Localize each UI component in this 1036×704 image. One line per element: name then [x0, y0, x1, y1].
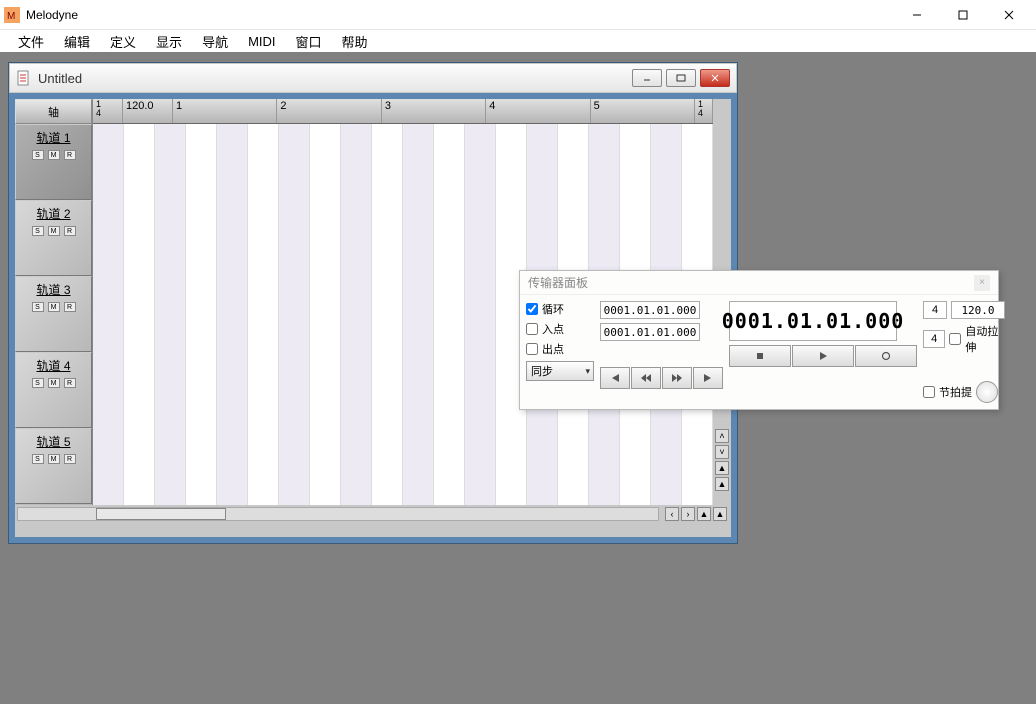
ruler-bar-1[interactable]: 1 [173, 99, 277, 123]
track-list: 轴 轨道 1 S M R 轨道 2 S M R 轨道 3 S M R 轨道 4 … [15, 99, 93, 505]
solo-button[interactable]: S [32, 454, 44, 464]
ruler-bar-4[interactable]: 4 [486, 99, 590, 123]
transport-title-text: 传输器面板 [528, 274, 588, 291]
menu-file[interactable]: 文件 [8, 30, 54, 53]
menu-help[interactable]: 帮助 [332, 30, 378, 53]
mdi-workspace: Untitled 轴 轨道 1 S M R 轨道 2 S M R 轨道 3 S [0, 52, 1036, 704]
maximize-button[interactable] [940, 1, 986, 29]
doc-icon [16, 70, 32, 86]
ruler-bar-3[interactable]: 3 [382, 99, 486, 123]
loop-checkbox[interactable]: 循环 [526, 301, 594, 317]
menu-midi[interactable]: MIDI [238, 32, 285, 51]
vscroll-down-icon[interactable]: ˅ [715, 445, 729, 459]
timesig-numerator[interactable]: 4 [923, 301, 947, 319]
record-arm-button[interactable]: R [64, 302, 76, 312]
doc-titlebar[interactable]: Untitled [9, 63, 737, 93]
hscroll-right-icon[interactable]: › [681, 507, 695, 521]
menu-define[interactable]: 定义 [100, 30, 146, 53]
mute-button[interactable]: M [48, 226, 60, 236]
hzoom-in-icon[interactable]: ▲ [713, 507, 727, 521]
record-arm-button[interactable]: R [64, 378, 76, 388]
minimize-button[interactable] [894, 1, 940, 29]
horizontal-scrollbar[interactable] [17, 507, 659, 521]
app-titlebar: M Melodyne [0, 0, 1036, 30]
tempo-field[interactable]: 120.0 [951, 301, 1005, 319]
goto-end-button[interactable] [693, 367, 723, 389]
hscroll-thumb[interactable] [96, 508, 226, 520]
track-item[interactable]: 轨道 5 S M R [15, 428, 92, 504]
fastforward-button[interactable] [662, 367, 692, 389]
record-arm-button[interactable]: R [64, 226, 76, 236]
ruler-bar-2[interactable]: 2 [277, 99, 381, 123]
record-button[interactable] [855, 345, 917, 367]
transport-panel[interactable]: 传输器面板 × 循环 入点 出点 同步 0001.01.01.000 0001.… [519, 270, 999, 410]
doc-title: Untitled [38, 71, 628, 86]
ruler-end-timesig[interactable]: 14 [695, 99, 713, 123]
track-name: 轨道 4 [16, 353, 91, 374]
mute-button[interactable]: M [48, 150, 60, 160]
app-title: Melodyne [26, 8, 894, 22]
track-name: 轨道 2 [16, 201, 91, 222]
menu-view[interactable]: 显示 [146, 30, 192, 53]
goto-start-button[interactable] [600, 367, 630, 389]
track-item[interactable]: 轨道 4 S M R [15, 352, 92, 428]
doc-maximize-button[interactable] [666, 69, 696, 87]
hzoom-out-icon[interactable]: ▲ [697, 507, 711, 521]
record-arm-button[interactable]: R [64, 150, 76, 160]
mute-button[interactable]: M [48, 302, 60, 312]
close-button[interactable] [986, 1, 1032, 29]
track-list-header[interactable]: 轴 [15, 99, 92, 124]
inpoint-field[interactable]: 0001.01.01.000 [600, 301, 700, 319]
ruler[interactable]: 14 120.0 1 2 3 4 5 14 [93, 99, 713, 124]
track-name: 轨道 5 [16, 429, 91, 450]
svg-text:M: M [7, 11, 15, 22]
timesig-denominator[interactable]: 4 [923, 330, 945, 348]
track-name: 轨道 1 [16, 125, 91, 146]
rewind-button[interactable] [631, 367, 661, 389]
inpoint-checkbox[interactable]: 入点 [526, 321, 594, 337]
doc-minimize-button[interactable] [632, 69, 662, 87]
hscroll-left-icon[interactable]: ‹ [665, 507, 679, 521]
play-button[interactable] [792, 345, 854, 367]
ruler-bar-5[interactable]: 5 [591, 99, 695, 123]
track-item[interactable]: 轨道 2 S M R [15, 200, 92, 276]
mute-button[interactable]: M [48, 454, 60, 464]
track-name: 轨道 3 [16, 277, 91, 298]
stop-button[interactable] [729, 345, 791, 367]
doc-close-button[interactable] [700, 69, 730, 87]
track-item[interactable]: 轨道 1 S M R [15, 124, 92, 200]
solo-button[interactable]: S [32, 150, 44, 160]
vzoom-out-icon[interactable]: ▲ [715, 477, 729, 491]
menu-nav[interactable]: 导航 [192, 30, 238, 53]
mute-button[interactable]: M [48, 378, 60, 388]
record-arm-button[interactable]: R [64, 454, 76, 464]
solo-button[interactable]: S [32, 226, 44, 236]
menubar: 文件 编辑 定义 显示 导航 MIDI 窗口 帮助 [0, 30, 1036, 52]
transport-titlebar[interactable]: 传输器面板 × [520, 271, 998, 295]
solo-button[interactable]: S [32, 302, 44, 312]
menu-edit[interactable]: 编辑 [54, 30, 100, 53]
sync-select[interactable]: 同步 [526, 361, 594, 381]
ruler-tempo[interactable]: 120.0 [123, 99, 173, 123]
jog-wheel[interactable] [976, 381, 998, 403]
menu-window[interactable]: 窗口 [286, 30, 332, 53]
app-icon: M [4, 7, 20, 23]
ruler-timesig[interactable]: 14 [93, 99, 123, 123]
autostretch-checkbox[interactable]: 自动拉伸 [949, 323, 1005, 355]
vscroll-up-icon[interactable]: ˄ [715, 429, 729, 443]
solo-button[interactable]: S [32, 378, 44, 388]
vzoom-in-icon[interactable]: ▲ [715, 461, 729, 475]
click-checkbox[interactable]: 节拍提 [923, 384, 972, 400]
track-item[interactable]: 轨道 3 S M R [15, 276, 92, 352]
transport-close-button[interactable]: × [974, 275, 990, 291]
bottom-bar: ‹ › ▲ ▲ [15, 505, 731, 523]
position-display[interactable]: 0001.01.01.000 [729, 301, 897, 341]
outpoint-checkbox[interactable]: 出点 [526, 341, 594, 357]
outpoint-field[interactable]: 0001.01.01.000 [600, 323, 700, 341]
